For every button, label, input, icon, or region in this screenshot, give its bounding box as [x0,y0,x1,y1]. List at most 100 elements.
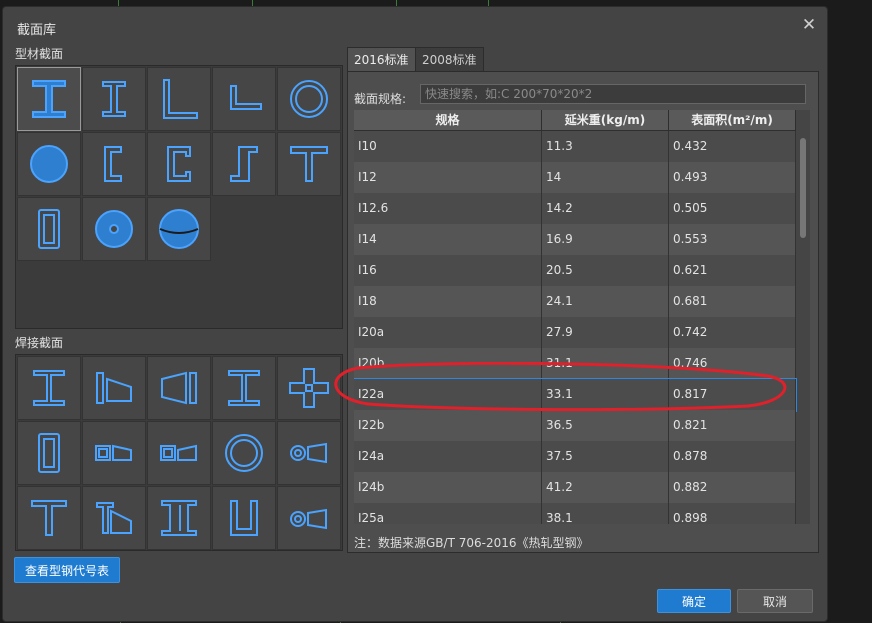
table-header: 规格 延米重(kg/m) 表面积(m²/m) [354,110,796,131]
cell-spec: I12.6 [354,193,542,224]
solid-round-icon[interactable] [17,132,81,196]
cell-spec: I14 [354,224,542,255]
welded-box-icon[interactable] [17,421,81,485]
table-row[interactable]: I24b 41.2 0.882 [354,472,796,504]
cell-spec: I24b [354,472,542,503]
cell-weight: 41.2 [542,472,669,503]
cross-section-icon[interactable] [277,356,341,420]
table-row[interactable]: I14 16.9 0.553 [354,224,796,256]
table-row[interactable]: I24a 37.5 0.878 [354,441,796,473]
cell-spec: I24a [354,441,542,472]
welded-i-icon[interactable] [17,356,81,420]
cell-weight: 16.9 [542,224,669,255]
table-row[interactable]: I20a 27.9 0.742 [354,317,796,349]
cell-weight: 20.5 [542,255,669,286]
search-input[interactable] [420,84,806,104]
i-beam-narrow-icon[interactable] [82,67,146,131]
cell-area: 0.553 [669,224,796,255]
cell-area: 0.878 [669,441,796,472]
section-table-panel: 截面规格: 规格 延米重(kg/m) 表面积(m²/m) I1011.30.43… [347,71,819,553]
cancel-button[interactable]: 取消 [737,589,813,613]
cell-area: 0.432 [669,131,796,162]
table-row[interactable]: I22b 36.5 0.821 [354,410,796,442]
table-row[interactable]: I18 24.1 0.681 [354,286,796,318]
cell-area: 0.746 [669,348,796,379]
cell-spec: I20b [354,348,542,379]
scrollbar-thumb[interactable] [800,138,806,238]
tapered-i-reverse-icon[interactable] [147,356,211,420]
welded-t-icon[interactable] [17,486,81,550]
column-header-area[interactable]: 表面积(m²/m) [669,110,796,130]
cell-weight: 14 [542,162,669,193]
cell-spec: I20a [354,317,542,348]
cell-area: 0.621 [669,255,796,286]
column-header-spec[interactable]: 规格 [354,110,542,130]
table-row[interactable]: I25a 38.1 0.898 [354,503,796,524]
tapered-box-reverse-icon[interactable] [147,421,211,485]
sphere-icon[interactable] [147,197,211,261]
cell-weight: 24.1 [542,286,669,317]
cell-spec: I25a [354,503,542,524]
tapered-pipe-small-icon[interactable] [277,486,341,550]
weld-section-label: 焊接截面 [15,336,64,350]
table-row[interactable]: I12.6 14.2 0.505 [354,193,796,225]
profile-section-grid [15,65,343,329]
section-library-dialog: 截面库 ✕ 型材截面 焊接截面 查看型钢代号表 2016标准 2008标准 截面… [2,6,828,622]
dialog-title: 截面库 [17,23,57,38]
tapered-pipe-icon[interactable] [277,421,341,485]
cell-area: 0.493 [669,162,796,193]
search-label: 截面规格: [354,92,407,106]
cell-spec: I18 [354,286,542,317]
angle-icon[interactable] [147,67,211,131]
profile-section-label: 型材截面 [15,47,64,61]
channel-open-icon[interactable] [82,132,146,196]
cell-weight: 11.3 [542,131,669,162]
tapered-box-icon[interactable] [82,421,146,485]
cell-spec: I22b [354,410,542,441]
t-section-icon[interactable] [277,132,341,196]
ok-button[interactable]: 确定 [657,589,731,613]
data-source-note: 注：数据来源GB/T 706-2016《热轧型钢》 [354,536,589,550]
column-header-weight[interactable]: 延米重(kg/m) [542,110,669,130]
cell-area: 0.817 [669,379,796,410]
cell-area: 0.681 [669,286,796,317]
section-table: 规格 延米重(kg/m) 表面积(m²/m) I10 11.3 0.432 I12 14… [354,110,810,524]
welded-pipe-icon[interactable] [212,421,276,485]
table-row[interactable]: I10 11.3 0.432 [354,131,796,163]
u-section-icon[interactable] [212,486,276,550]
angle-unequal-icon[interactable] [212,67,276,131]
welded-h-icon[interactable] [212,356,276,420]
cell-weight: 14.2 [542,193,669,224]
cell-weight: 33.1 [542,379,669,410]
tapered-i-icon[interactable] [82,356,146,420]
cell-weight: 36.5 [542,410,669,441]
rect-tube-icon[interactable] [17,197,81,261]
cell-weight: 38.1 [542,503,669,524]
close-icon[interactable]: ✕ [799,15,819,35]
tapered-t-icon[interactable] [82,486,146,550]
table-row[interactable]: I22a 33.1 0.817 [354,378,797,412]
i-beam-icon[interactable] [17,67,81,131]
cell-spec: I16 [354,255,542,286]
double-i-icon[interactable] [147,486,211,550]
table-row[interactable]: I16 20.5 0.621 [354,255,796,287]
cell-area: 0.898 [669,503,796,524]
view-steel-codes-button[interactable]: 查看型钢代号表 [14,557,120,583]
weld-section-grid [15,354,343,551]
tab-2016[interactable]: 2016标准 [347,47,416,72]
tab-2008[interactable]: 2008标准 [415,47,484,72]
cell-spec: I10 [354,131,542,162]
channel-icon[interactable] [147,132,211,196]
table-row[interactable]: I12 14 0.493 [354,162,796,194]
vertical-scrollbar[interactable] [798,130,808,524]
cell-area: 0.505 [669,193,796,224]
cell-area: 0.742 [669,317,796,348]
hollow-round-icon[interactable] [82,197,146,261]
cell-area: 0.882 [669,472,796,503]
z-section-icon[interactable] [212,132,276,196]
cell-weight: 31.1 [542,348,669,379]
pipe-icon[interactable] [277,67,341,131]
cell-area: 0.821 [669,410,796,441]
cell-spec: I12 [354,162,542,193]
table-row[interactable]: I20b 31.1 0.746 [354,348,796,380]
